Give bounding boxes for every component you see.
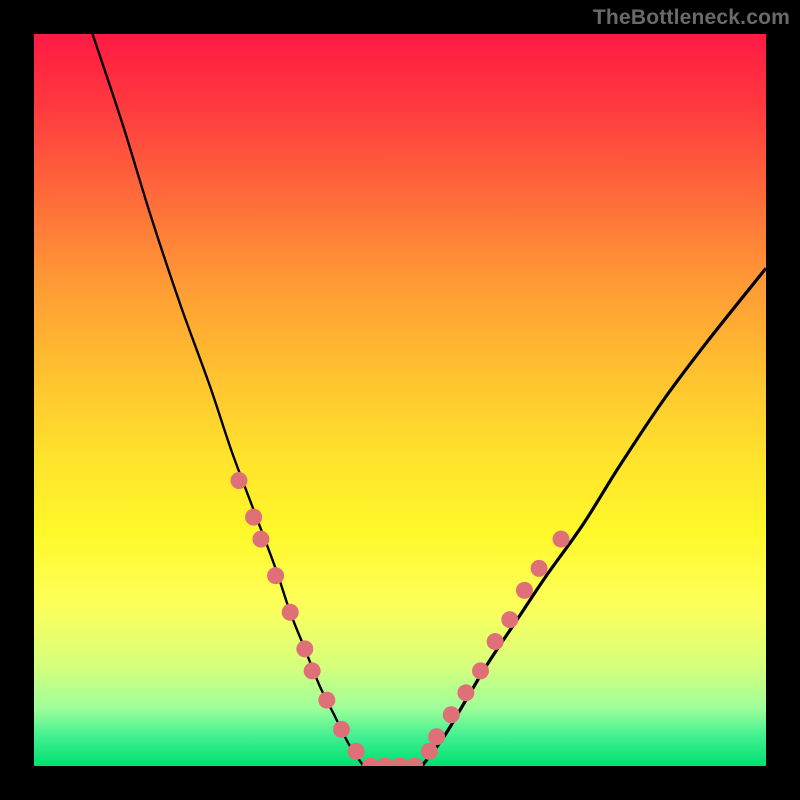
curve-svg	[34, 34, 766, 766]
data-dot	[428, 728, 445, 745]
chart-container: TheBottleneck.com	[0, 0, 800, 800]
data-dot	[531, 560, 548, 577]
data-dot	[318, 692, 335, 709]
data-dot	[230, 472, 247, 489]
data-dot	[333, 721, 350, 738]
data-dot	[252, 531, 269, 548]
data-dot	[457, 684, 474, 701]
series-left-curve	[93, 34, 364, 766]
data-dot	[406, 758, 423, 767]
data-dot	[392, 758, 409, 767]
data-dot	[421, 743, 438, 760]
data-dot	[267, 567, 284, 584]
watermark-text: TheBottleneck.com	[593, 6, 790, 30]
data-dot	[472, 662, 489, 679]
data-dot	[348, 743, 365, 760]
data-dot	[443, 706, 460, 723]
data-dot	[296, 640, 313, 657]
data-dot	[377, 758, 394, 767]
plot-area	[34, 34, 766, 766]
data-dot	[362, 758, 379, 767]
data-dot	[245, 509, 262, 526]
data-dot	[304, 662, 321, 679]
data-dot	[553, 531, 570, 548]
data-dot	[282, 604, 299, 621]
data-dot	[516, 582, 533, 599]
curve-paths	[93, 34, 766, 766]
data-dot	[487, 633, 504, 650]
data-dot	[501, 611, 518, 628]
